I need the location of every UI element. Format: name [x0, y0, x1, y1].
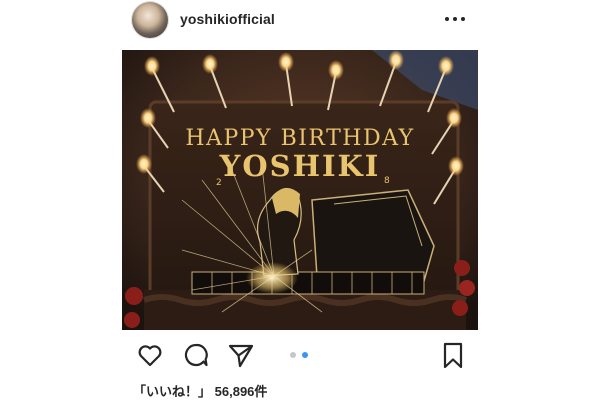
likes-suffix: 件: [254, 384, 268, 399]
carousel-indicator: [290, 352, 314, 360]
comment-bubble-icon[interactable]: [181, 340, 211, 370]
bookmark-icon[interactable]: [438, 340, 468, 370]
heart-icon[interactable]: [135, 340, 165, 370]
likes-label: 「いいね！」: [133, 384, 212, 399]
paper-plane-icon[interactable]: [226, 340, 256, 370]
cake-message-line2: YOSHIKI: [219, 149, 381, 183]
post-header: yoshikiofficial: [0, 0, 600, 46]
more-options-icon[interactable]: [444, 12, 466, 26]
cake-photo: 2 8: [122, 50, 478, 330]
likes-number: 56,896: [214, 384, 255, 399]
carousel-dot-1[interactable]: [290, 352, 296, 358]
carousel-dot-2-active[interactable]: [302, 352, 308, 358]
avatar[interactable]: [132, 2, 168, 38]
likes-count[interactable]: 「いいね！」 56,896件: [133, 381, 267, 400]
cake-message-line1: HAPPY BIRTHDAY: [185, 126, 415, 151]
post-image[interactable]: 2 8 HAPPY BIRTHDAY YOSHIKI: [122, 50, 478, 330]
username[interactable]: yoshikiofficial: [180, 11, 275, 27]
